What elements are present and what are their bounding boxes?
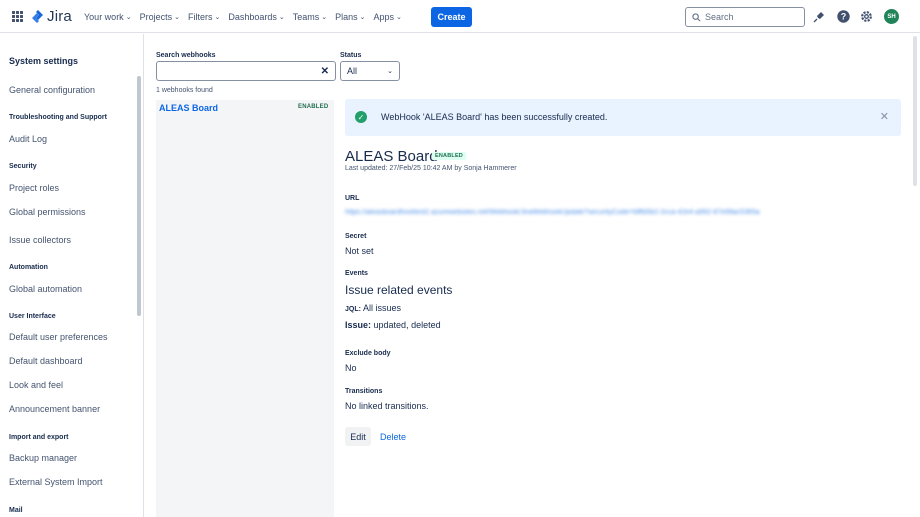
chevron-down-icon: ⌄ — [396, 13, 402, 21]
banner-message: WebHook 'ALEAS Board' has been successfu… — [381, 112, 608, 122]
create-button[interactable]: Create — [431, 7, 472, 27]
jira-logo-icon — [32, 10, 43, 23]
sidebar-item-external-system-import[interactable]: External System Import — [9, 477, 103, 487]
chevron-down-icon: ⌄ — [321, 13, 328, 21]
nav-label: Projects — [139, 11, 173, 22]
status-select[interactable]: All ⌄ — [340, 61, 400, 81]
sidebar-item-audit-log[interactable]: Audit Log — [9, 134, 47, 144]
jql-line: JQL: All issues — [345, 303, 401, 313]
issue-key: Issue: — [345, 320, 372, 330]
issue-value: updated, deleted — [373, 320, 441, 330]
sidebar-item-default-user-preferences[interactable]: Default user preferences — [9, 332, 108, 342]
webhooks-found-count: 1 webhooks found — [156, 87, 213, 94]
svg-text:?: ? — [841, 12, 847, 22]
issue-line: Issue: updated, deleted — [345, 320, 441, 330]
success-banner: ✓ WebHook 'ALEAS Board' has been success… — [345, 99, 901, 136]
exclude-body-label: Exclude body — [345, 350, 391, 357]
nav-teams[interactable]: Teams ⌄ — [293, 12, 327, 22]
search-webhooks-label: Search webhooks — [156, 52, 216, 59]
clear-icon[interactable]: ✕ — [321, 66, 329, 77]
help-icon[interactable]: ? — [836, 9, 851, 24]
close-icon[interactable]: ✕ — [880, 110, 889, 123]
nav-label: Filters — [187, 11, 213, 22]
settings-sidebar: System settings General configuration Tr… — [0, 34, 144, 517]
transitions-value: No linked transitions. — [345, 401, 429, 411]
nav-your-work[interactable]: Your work ⌄ — [84, 12, 132, 22]
jql-key: JQL: — [345, 306, 361, 313]
webhook-title: ALEAS Board — [345, 148, 438, 165]
sidebar-heading-mail: Mail — [9, 507, 23, 514]
status-badge: ENABLED — [298, 104, 329, 110]
nav-menu: Your work ⌄ Projects ⌄ Filters ⌄ Dashboards… — [84, 0, 410, 33]
sidebar-item-general-configuration[interactable]: General configuration — [9, 85, 95, 95]
sidebar-scrollbar[interactable] — [137, 76, 141, 316]
url-label: URL — [345, 195, 360, 202]
notifications-icon[interactable] — [811, 9, 826, 24]
secret-label: Secret — [345, 233, 367, 240]
sidebar-title: System settings — [9, 56, 79, 66]
success-check-icon: ✓ — [355, 111, 367, 123]
last-updated-text: Last updated: 27/Feb/25 10:42 AM by Sonj… — [345, 165, 517, 172]
nav-label: Plans — [335, 11, 358, 22]
sidebar-item-global-permissions[interactable]: Global permissions — [9, 207, 86, 217]
jql-value: All issues — [362, 303, 401, 313]
status-selected-value: All — [347, 66, 358, 76]
app-switcher-icon[interactable] — [12, 11, 23, 22]
sidebar-heading-troubleshooting: Troubleshooting and Support — [9, 114, 107, 121]
avatar[interactable]: SH — [884, 9, 899, 24]
sidebar-item-global-automation[interactable]: Global automation — [9, 284, 82, 294]
nav-filters[interactable]: Filters ⌄ — [188, 12, 220, 22]
sidebar-item-look-and-feel[interactable]: Look and feel — [9, 380, 63, 390]
chevron-down-icon: ⌄ — [359, 13, 366, 21]
events-heading: Issue related events — [345, 283, 453, 297]
events-label: Events — [345, 270, 368, 277]
sidebar-item-issue-collectors[interactable]: Issue collectors — [9, 235, 71, 245]
chevron-down-icon: ⌄ — [174, 13, 180, 21]
page-scrollbar[interactable] — [913, 36, 917, 186]
jira-logo[interactable]: Jira — [31, 8, 72, 25]
webhook-list — [156, 100, 334, 517]
chevron-down-icon: ⌄ — [125, 13, 132, 21]
search-webhooks-input[interactable]: ✕ — [156, 61, 336, 81]
delete-button[interactable]: Delete — [380, 432, 406, 442]
search-placeholder: Search — [705, 12, 734, 22]
nav-label: Dashboards — [228, 11, 277, 22]
search-icon — [692, 12, 701, 21]
sidebar-item-backup-manager[interactable]: Backup manager — [9, 453, 77, 463]
nav-apps[interactable]: Apps ⌄ — [374, 12, 402, 22]
chevron-down-icon: ⌄ — [278, 13, 285, 21]
webhook-url-value: https://aleasboardhosttest2.azurewebsite… — [345, 209, 760, 216]
global-search-input[interactable]: Search — [685, 7, 805, 27]
webhook-list-item[interactable]: ALEAS Board — [159, 103, 218, 113]
status-badge: ENABLED — [432, 152, 466, 160]
top-navigation: Jira Your work ⌄ Projects ⌄ Filters ⌄ Dashb… — [0, 0, 920, 33]
settings-icon[interactable] — [859, 9, 874, 24]
nav-label: Apps — [373, 11, 395, 22]
transitions-label: Transitions — [345, 388, 383, 395]
nav-dashboards[interactable]: Dashboards ⌄ — [228, 12, 284, 22]
secret-value: Not set — [345, 246, 374, 256]
sidebar-item-project-roles[interactable]: Project roles — [9, 183, 59, 193]
nav-label: Your work — [84, 11, 124, 22]
chevron-down-icon: ⌄ — [387, 68, 393, 75]
chevron-down-icon: ⌄ — [214, 13, 221, 21]
sidebar-item-default-dashboard[interactable]: Default dashboard — [9, 356, 83, 366]
sidebar-heading-user-interface: User Interface — [9, 313, 56, 320]
sidebar-heading-import-export: Import and export — [9, 434, 69, 441]
status-label: Status — [340, 52, 362, 59]
sidebar-item-announcement-banner[interactable]: Announcement banner — [9, 404, 100, 414]
sidebar-heading-security: Security — [9, 163, 37, 170]
exclude-body-value: No — [345, 363, 357, 373]
logo-text: Jira — [47, 8, 72, 25]
sidebar-heading-automation: Automation — [9, 264, 48, 271]
nav-projects[interactable]: Projects ⌄ — [140, 12, 180, 22]
nav-label: Teams — [292, 11, 320, 22]
edit-button[interactable]: Edit — [345, 427, 371, 446]
nav-plans[interactable]: Plans ⌄ — [335, 12, 365, 22]
